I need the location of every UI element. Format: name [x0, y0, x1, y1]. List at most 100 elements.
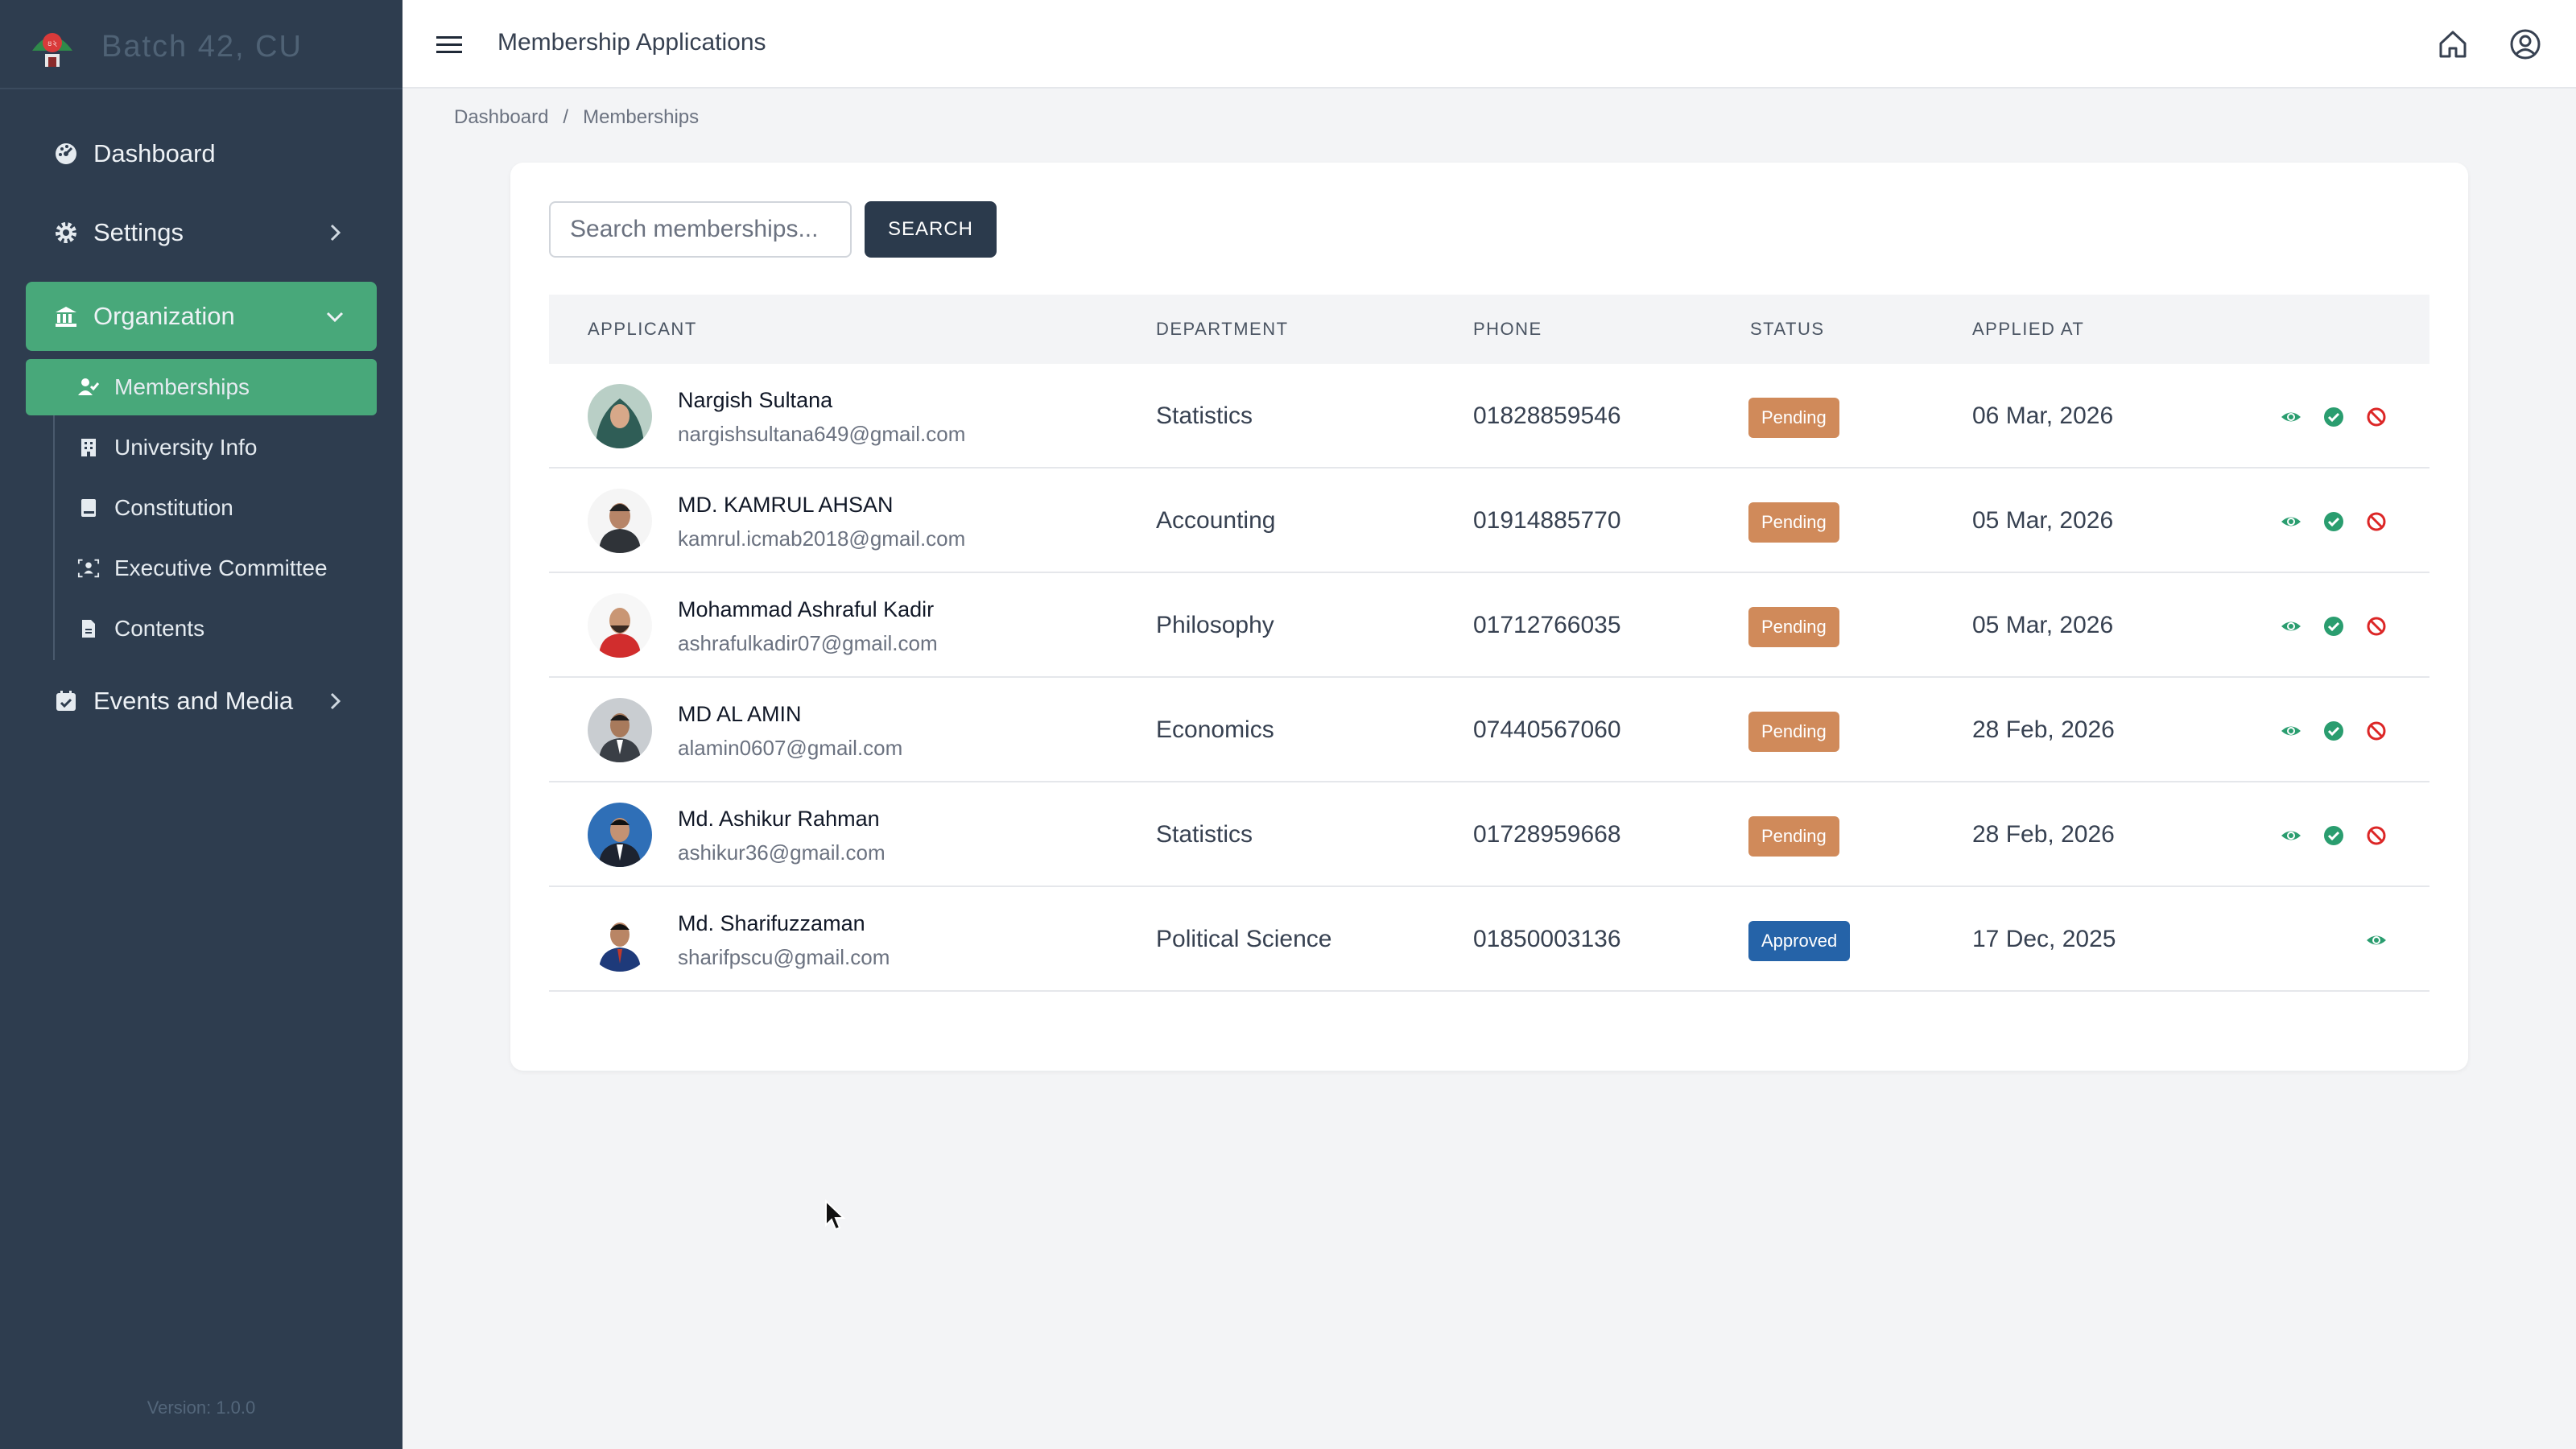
department-cell: Philosophy: [1156, 612, 1274, 638]
table-row: MD AL AMIN alamin0607@gmail.com Economic…: [549, 678, 2429, 782]
table-row: Md. Sharifuzzaman sharifpscu@gmail.com P…: [549, 887, 2429, 992]
breadcrumb-current: Memberships: [583, 106, 700, 128]
view-icon[interactable]: [2365, 929, 2388, 952]
memberships-table: APPLICANT DEPARTMENT PHONE STATUS APPLIE…: [549, 295, 2429, 992]
approve-icon[interactable]: [2322, 510, 2345, 533]
approve-icon[interactable]: [2322, 406, 2345, 428]
department-cell: Political Science: [1156, 926, 1332, 952]
applicant-name: Mohammad Ashraful Kadir: [678, 597, 935, 621]
sidebar-item-university-info[interactable]: University Info: [26, 419, 377, 476]
avatar: [588, 593, 652, 658]
chevron-down-icon: [322, 303, 348, 329]
sidebar-item-contents[interactable]: Contents: [26, 601, 377, 657]
document-icon: [77, 617, 100, 640]
view-icon[interactable]: [2280, 406, 2302, 428]
applied-at-cell: 28 Feb, 2026: [1972, 716, 2115, 743]
sidebar: ৪২ Batch 42, CU Dashboard Settings Organ…: [0, 0, 402, 1449]
phone-cell: 01914885770: [1473, 507, 1621, 534]
breadcrumb-dashboard-link[interactable]: Dashboard: [454, 106, 548, 129]
phone-cell: 07440567060: [1473, 716, 1621, 743]
gear-icon: [53, 220, 79, 246]
applicant-name: Md. Sharifuzzaman: [678, 911, 865, 935]
chevron-right-icon: [322, 688, 348, 714]
version-label: Version: 1.0.0: [147, 1397, 256, 1418]
reject-icon[interactable]: [2365, 720, 2388, 742]
top-header: Membership Applications: [402, 0, 2576, 89]
brand-name: Batch 42, CU: [101, 29, 303, 64]
view-icon[interactable]: [2280, 720, 2302, 742]
sidebar-item-label: Executive Committee: [114, 555, 328, 580]
sidebar-item-label: Organization: [93, 302, 235, 330]
sidebar-item-label: Dashboard: [93, 139, 216, 167]
dashboard-icon: [53, 141, 79, 167]
status-badge: Approved: [1748, 921, 1851, 961]
avatar: [588, 489, 652, 553]
applicant-name: Nargish Sultana: [678, 388, 833, 412]
phone-cell: 01828859546: [1473, 402, 1621, 429]
approve-icon[interactable]: [2322, 615, 2345, 638]
hamburger-menu-icon[interactable]: [433, 29, 465, 61]
logo-icon: ৪২: [24, 19, 80, 75]
view-icon[interactable]: [2280, 824, 2302, 847]
sidebar-item-organization[interactable]: Organization: [26, 282, 377, 351]
status-badge: Pending: [1748, 607, 1839, 647]
avatar: [588, 384, 652, 448]
account-icon[interactable]: [2507, 26, 2544, 63]
approve-icon[interactable]: [2322, 720, 2345, 742]
status-badge: Pending: [1748, 398, 1839, 438]
phone-cell: 01712766035: [1473, 612, 1621, 638]
applicant-email: sharifpscu@gmail.com: [678, 945, 890, 969]
phone-cell: 01728959668: [1473, 821, 1621, 848]
sidebar-item-label: Contents: [114, 616, 205, 641]
column-header-department: DEPARTMENT: [1156, 319, 1289, 339]
applicant-name: MD AL AMIN: [678, 702, 802, 726]
home-icon[interactable]: [2434, 26, 2471, 63]
bank-icon: [53, 303, 79, 329]
department-cell: Statistics: [1156, 821, 1253, 848]
table-row: Md. Ashikur Rahman ashikur36@gmail.com S…: [549, 782, 2429, 887]
table-row: Nargish Sultana nargishsultana649@gmail.…: [549, 364, 2429, 469]
applied-at-cell: 17 Dec, 2025: [1972, 926, 2116, 952]
svg-text:৪২: ৪২: [47, 39, 58, 48]
sidebar-item-settings[interactable]: Settings: [26, 198, 377, 267]
table-header: APPLICANT DEPARTMENT PHONE STATUS APPLIE…: [549, 295, 2429, 364]
reject-icon[interactable]: [2365, 615, 2388, 638]
applicant-email: ashrafulkadir07@gmail.com: [678, 631, 938, 655]
applicant-name: Md. Ashikur Rahman: [678, 807, 880, 831]
search-input[interactable]: [549, 201, 852, 258]
applied-at-cell: 05 Mar, 2026: [1972, 507, 2114, 534]
search-button[interactable]: SEARCH: [865, 201, 997, 258]
book-icon: [77, 497, 100, 519]
department-cell: Economics: [1156, 716, 1274, 743]
department-cell: Accounting: [1156, 507, 1276, 534]
applied-at-cell: 06 Mar, 2026: [1972, 402, 2114, 429]
building-icon: [77, 436, 100, 459]
sidebar-item-memberships[interactable]: Memberships: [26, 359, 377, 415]
sidebar-item-executive-committee[interactable]: Executive Committee: [26, 540, 377, 597]
status-badge: Pending: [1748, 502, 1839, 543]
sidebar-item-events-and-media[interactable]: Events and Media: [26, 667, 377, 736]
reject-icon[interactable]: [2365, 406, 2388, 428]
column-header-applicant: APPLICANT: [588, 319, 697, 339]
department-cell: Statistics: [1156, 402, 1253, 429]
avatar: [588, 907, 652, 972]
page-title: Membership Applications: [497, 29, 766, 56]
team-icon: [77, 557, 100, 580]
applicant-email: alamin0607@gmail.com: [678, 736, 903, 760]
status-badge: Pending: [1748, 712, 1839, 752]
applied-at-cell: 28 Feb, 2026: [1972, 821, 2115, 848]
sidebar-item-constitution[interactable]: Constitution: [26, 480, 377, 536]
sidebar-item-dashboard[interactable]: Dashboard: [26, 119, 377, 188]
applicant-name: MD. KAMRUL AHSAN: [678, 493, 894, 517]
approve-icon[interactable]: [2322, 824, 2345, 847]
column-header-phone: PHONE: [1473, 319, 1542, 339]
view-icon[interactable]: [2280, 510, 2302, 533]
view-icon[interactable]: [2280, 615, 2302, 638]
brand[interactable]: ৪২ Batch 42, CU: [24, 14, 303, 79]
column-header-status: STATUS: [1750, 319, 1825, 339]
sidebar-item-label: Settings: [93, 218, 184, 246]
reject-icon[interactable]: [2365, 824, 2388, 847]
breadcrumb: Dashboard / Memberships: [454, 106, 699, 129]
reject-icon[interactable]: [2365, 510, 2388, 533]
user-check-icon: [77, 376, 100, 398]
